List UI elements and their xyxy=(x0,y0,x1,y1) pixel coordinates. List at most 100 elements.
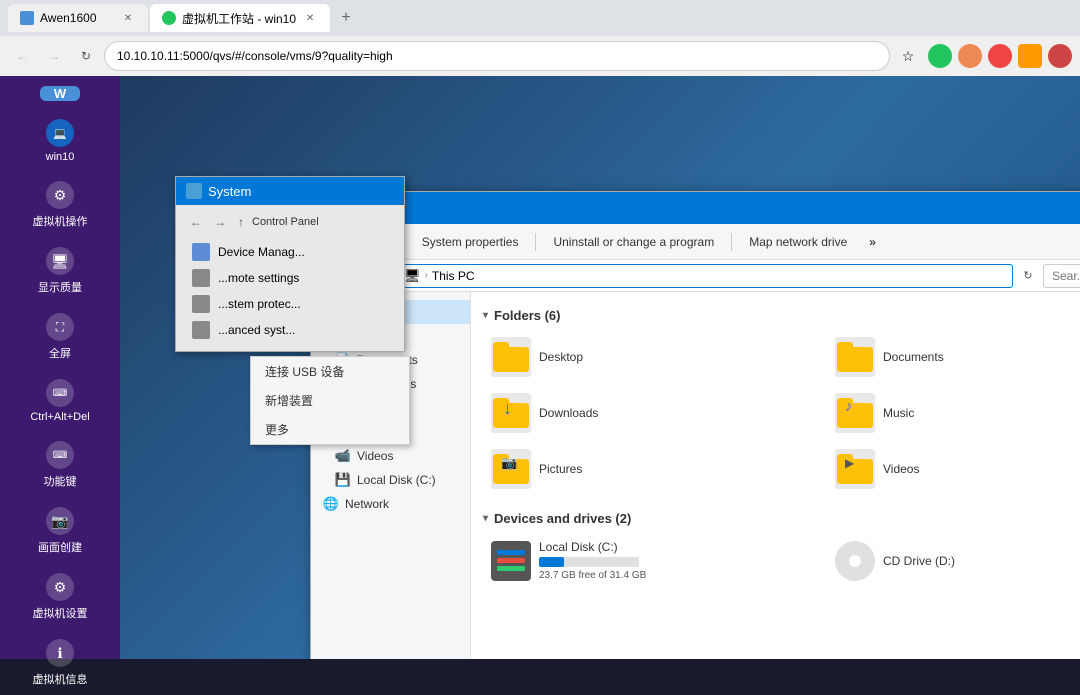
drives-section-title: Devices and drives (2) xyxy=(494,511,631,526)
local-disk-icon xyxy=(491,541,531,581)
back-btn[interactable]: ← xyxy=(8,42,36,70)
win10-icon: 💻 xyxy=(46,119,74,147)
tab-win10[interactable]: 虚拟机工作站 - win10 ✕ xyxy=(150,4,330,32)
fe-map-drive-btn[interactable]: Map network drive xyxy=(739,232,857,252)
ext-icon-3[interactable] xyxy=(988,44,1012,68)
folders-section-header[interactable]: ▾ Folders (6) xyxy=(483,308,1080,323)
sidebar-label-win10: win10 xyxy=(46,151,75,163)
address-bar: ← → ↻ ☆ xyxy=(0,36,1080,76)
fe-map-drive-label: Map network drive xyxy=(749,235,847,249)
popup-forward-btn[interactable]: → xyxy=(210,213,230,231)
file-explorer: 🖥 This PC — □ ✕ Organize ▾ System proper… xyxy=(310,191,1080,659)
star-icon[interactable]: ☆ xyxy=(894,42,922,70)
left-sidebar: W 💻 win10 ⚙ 虚拟机操作 🖥 显示质量 ⛶ 全屏 ⌨ Ctrl+Alt… xyxy=(0,76,120,659)
fe-sidebar-videos-label: Videos xyxy=(357,449,393,463)
sidebar-item-vm-ops[interactable]: ⚙ 虚拟机操作 xyxy=(0,173,120,237)
advanced-label: ...anced syst... xyxy=(218,323,295,337)
folder-item-desktop[interactable]: Desktop xyxy=(483,331,823,383)
fe-refresh-btn[interactable]: ↻ xyxy=(1017,265,1039,287)
refresh-btn[interactable]: ↻ xyxy=(72,42,100,70)
system-popup-item-1[interactable]: Device Manag... xyxy=(186,239,394,265)
system-popup-item-4[interactable]: ...anced syst... xyxy=(186,317,394,343)
popup-breadcrumb: Control Panel xyxy=(252,216,319,228)
tab-awen[interactable]: Awen1600 ✕ xyxy=(8,4,148,32)
ctrl-alt-del-icon: ⌨ xyxy=(46,379,74,407)
sidebar-item-fullscreen[interactable]: ⛶ 全屏 xyxy=(0,305,120,369)
context-menu-item-more[interactable]: 更多 xyxy=(251,415,409,444)
fe-sidebar-item-network[interactable]: 🌐 Network xyxy=(311,492,470,516)
fe-toolbar-more-btn[interactable]: » xyxy=(861,232,884,252)
ext-icon-4[interactable] xyxy=(1018,44,1042,68)
drives-section-header[interactable]: ▾ Devices and drives (2) xyxy=(483,511,1080,526)
context-menu-item-usb[interactable]: 连接 USB 设备 xyxy=(251,357,409,386)
sidebar-label-vm-settings: 虚拟机设置 xyxy=(33,605,88,621)
sidebar-item-capture[interactable]: 📷 画面创建 xyxy=(0,499,120,563)
popup-back-btn[interactable]: ← xyxy=(186,213,206,231)
sidebar-item-win10[interactable]: 💻 win10 xyxy=(0,111,120,171)
new-tab-btn[interactable]: + xyxy=(332,4,360,32)
sys-protect-icon xyxy=(192,295,210,313)
tab-close-2[interactable]: ✕ xyxy=(302,10,318,26)
context-menu-item-new[interactable]: 新增装置 xyxy=(251,386,409,415)
fe-toolbar-sep-2 xyxy=(535,233,536,251)
desktop-folder-icon xyxy=(491,337,531,377)
fe-toolbar-sep-3 xyxy=(731,233,732,251)
sidebar-label-fullscreen: 全屏 xyxy=(49,345,71,361)
system-popup-body: ← → ↑ Control Panel Device Manag... ...m… xyxy=(176,205,404,351)
fe-path-arrow: › xyxy=(425,270,428,281)
forward-btn[interactable]: → xyxy=(40,42,68,70)
fe-titlebar: 🖥 This PC — □ ✕ xyxy=(311,192,1080,224)
tab-close-1[interactable]: ✕ xyxy=(120,10,136,26)
desktop-folder-name: Desktop xyxy=(539,350,583,364)
sidebar-logo: W xyxy=(40,86,80,101)
display-icon: 🖥 xyxy=(46,247,74,275)
fe-path-bar[interactable]: 🖥 › This PC xyxy=(395,264,1013,288)
popup-up-btn[interactable]: ↑ xyxy=(234,213,248,231)
ext-icon-2[interactable] xyxy=(958,44,982,68)
drive-item-d[interactable]: CD Drive (D:) xyxy=(827,534,1080,587)
folder-item-pictures[interactable]: 📷 Pictures xyxy=(483,443,823,495)
vm-ops-icon: ⚙ xyxy=(46,181,74,209)
drive-item-c[interactable]: Local Disk (C:) 23.7 GB free of 31.4 GB xyxy=(483,534,823,587)
folder-item-documents[interactable]: Documents xyxy=(827,331,1080,383)
address-input[interactable] xyxy=(104,41,890,71)
fe-sidebar-item-local-disk[interactable]: 💾 Local Disk (C:) xyxy=(311,468,470,492)
pictures-folder-name: Pictures xyxy=(539,462,582,476)
device-manager-icon xyxy=(192,243,210,261)
fe-sidebar-videos-icon: 📹 xyxy=(335,448,351,464)
sidebar-item-fn-keys[interactable]: ⌨ 功能键 xyxy=(0,433,120,497)
sidebar-label-fn-keys: 功能键 xyxy=(44,473,77,489)
ext-icon-5[interactable] xyxy=(1048,44,1072,68)
sidebar-item-vm-settings[interactable]: ⚙ 虚拟机设置 xyxy=(0,565,120,629)
system-popup: System ← → ↑ Control Panel Device Manag.… xyxy=(175,176,405,352)
fe-search-input[interactable] xyxy=(1043,264,1080,288)
sidebar-item-vm-info[interactable]: ℹ 虚拟机信息 xyxy=(0,631,120,695)
fe-sidebar-item-videos[interactable]: 📹 Videos xyxy=(311,444,470,468)
sys-protect-label: ...stem protec... xyxy=(218,297,301,311)
virtual-desktop: System ← → ↑ Control Panel Device Manag.… xyxy=(120,76,1080,659)
fe-uninstall-btn[interactable]: Uninstall or change a program xyxy=(543,232,724,252)
folder-item-downloads[interactable]: ↓ Downloads xyxy=(483,387,823,439)
sidebar-item-display[interactable]: 🖥 显示质量 xyxy=(0,239,120,303)
fe-toolbar: Organize ▾ System properties Uninstall o… xyxy=(311,224,1080,260)
tab-label-1: Awen1600 xyxy=(40,11,97,25)
pictures-folder-icon: 📷 xyxy=(491,449,531,489)
local-disk-name: Local Disk (C:) xyxy=(539,540,646,554)
ext-icon-1[interactable] xyxy=(928,44,952,68)
tab-label-2: 虚拟机工作站 - win10 xyxy=(182,10,296,27)
advanced-icon xyxy=(192,321,210,339)
sidebar-label-capture: 画面创建 xyxy=(38,539,82,555)
fe-uninstall-label: Uninstall or change a program xyxy=(553,235,714,249)
main-content: System ← → ↑ Control Panel Device Manag.… xyxy=(120,76,1080,659)
folder-item-music[interactable]: ♪ Music xyxy=(827,387,1080,439)
sidebar-item-ctrl-alt-del[interactable]: ⌨ Ctrl+Alt+Del xyxy=(0,371,120,431)
context-menu: 连接 USB 设备 新增装置 更多 xyxy=(250,356,410,445)
system-popup-item-3[interactable]: ...stem protec... xyxy=(186,291,394,317)
fe-sidebar-disk-icon: 💾 xyxy=(335,472,351,488)
system-popup-item-2[interactable]: ...mote settings xyxy=(186,265,394,291)
fn-keys-icon: ⌨ xyxy=(46,441,74,469)
fe-system-props-btn[interactable]: System properties xyxy=(412,232,529,252)
folder-item-videos[interactable]: ▶ Videos xyxy=(827,443,1080,495)
tab-favicon-2 xyxy=(162,11,176,25)
music-folder-name: Music xyxy=(883,406,914,420)
